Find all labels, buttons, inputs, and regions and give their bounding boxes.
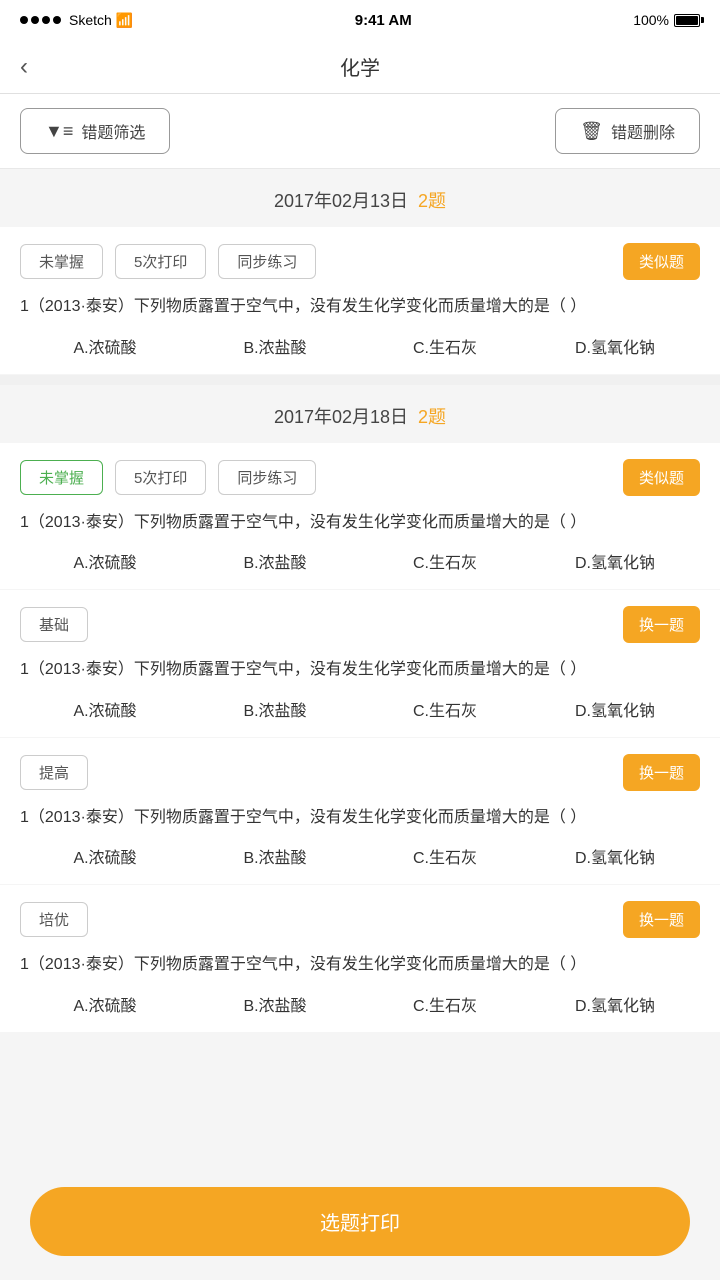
signal-icon — [20, 16, 61, 24]
options-row-1-0: A.浓硫酸B.浓盐酸C.生石灰D.氢氧化钠 — [20, 549, 700, 573]
delete-button[interactable]: 🗑 错题删除 — [555, 108, 700, 154]
question-card-1-3: 培优 换一题 1（2013·泰安）下列物质露置于空气中，没有发生化学变化而质量增大的… — [0, 885, 720, 1032]
option-1-1-0: A.浓硫酸 — [20, 697, 190, 721]
tag-btn-0-0-0[interactable]: 未掌握 — [20, 244, 103, 279]
bottom-bar: 选题打印 — [0, 1171, 720, 1280]
tag-row-1-3: 培优 换一题 — [20, 901, 700, 938]
status-bar: Sketch 📶 9:41 AM 100% — [0, 0, 720, 40]
question-text-1-3: 1（2013·泰安）下列物质露置于空气中，没有发生化学变化而质量增大的是（ ） — [20, 952, 700, 978]
question-text-1-1: 1（2013·泰安）下列物质露置于空气中，没有发生化学变化而质量增大的是（ ） — [20, 657, 700, 683]
status-left: Sketch 📶 — [20, 12, 133, 29]
option-1-0-2: C.生石灰 — [360, 549, 530, 573]
option-1-2-0: A.浓硫酸 — [20, 844, 190, 868]
delete-icon: 🗑 — [580, 121, 603, 142]
option-1-3-2: C.生石灰 — [360, 992, 530, 1016]
action-btn-1-2[interactable]: 换一题 — [623, 754, 700, 791]
status-right: 100% — [633, 12, 700, 28]
option-1-0-3: D.氢氧化钠 — [530, 549, 700, 573]
tag-btn-0-0-2[interactable]: 同步练习 — [218, 244, 316, 279]
option-1-0-0: A.浓硫酸 — [20, 549, 190, 573]
status-time: 9:41 AM — [355, 12, 412, 29]
options-row-1-3: A.浓硫酸B.浓盐酸C.生石灰D.氢氧化钠 — [20, 992, 700, 1016]
section-divider-0 — [0, 375, 720, 385]
option-1-2-2: C.生石灰 — [360, 844, 530, 868]
question-card-1-1: 基础 换一题 1（2013·泰安）下列物质露置于空气中，没有发生化学变化而质量增大的… — [0, 590, 720, 737]
wifi-icon: 📶 — [116, 12, 133, 29]
date-header-1: 2017年02月18日 2题 — [0, 385, 720, 443]
option-0-0-0: A.浓硫酸 — [20, 334, 190, 358]
option-1-0-1: B.浓盐酸 — [190, 549, 360, 573]
app-name: Sketch — [69, 12, 112, 28]
option-0-0-2: C.生石灰 — [360, 334, 530, 358]
option-1-2-1: B.浓盐酸 — [190, 844, 360, 868]
date-header-0: 2017年02月13日 2题 — [0, 169, 720, 227]
question-text-1-2: 1（2013·泰安）下列物质露置于空气中，没有发生化学变化而质量增大的是（ ） — [20, 805, 700, 831]
date-text-0: 2017年02月13日 — [274, 187, 408, 213]
date-count-0: 2题 — [418, 187, 446, 213]
filter-icon: ▼≡ — [45, 121, 73, 142]
option-0-0-3: D.氢氧化钠 — [530, 334, 700, 358]
tag-row-1-1: 基础 换一题 — [20, 606, 700, 643]
action-btn-1-3[interactable]: 换一题 — [623, 901, 700, 938]
tag-btn-1-0-0[interactable]: 未掌握 — [20, 460, 103, 495]
tag-btn-1-2-0[interactable]: 提高 — [20, 755, 88, 790]
date-count-1: 2题 — [418, 403, 446, 429]
delete-label: 错题删除 — [611, 119, 675, 143]
tag-row-1-0: 未掌握 5次打印同步练习 类似题 — [20, 459, 700, 496]
battery-percent: 100% — [633, 12, 669, 28]
option-1-3-0: A.浓硫酸 — [20, 992, 190, 1016]
action-btn-1-0[interactable]: 类似题 — [623, 459, 700, 496]
action-btn-1-1[interactable]: 换一题 — [623, 606, 700, 643]
filter-label: 错题筛选 — [81, 119, 145, 143]
question-text-1-0: 1（2013·泰安）下列物质露置于空气中，没有发生化学变化而质量增大的是（ ） — [20, 510, 700, 536]
tag-btn-1-3-0[interactable]: 培优 — [20, 902, 88, 937]
options-row-1-1: A.浓硫酸B.浓盐酸C.生石灰D.氢氧化钠 — [20, 697, 700, 721]
battery-icon — [674, 14, 700, 27]
tag-btn-1-0-1[interactable]: 5次打印 — [115, 460, 206, 495]
options-row-0-0: A.浓硫酸B.浓盐酸C.生石灰D.氢氧化钠 — [20, 334, 700, 358]
option-1-3-1: B.浓盐酸 — [190, 992, 360, 1016]
question-card-0-0: 未掌握 5次打印同步练习 类似题 1（2013·泰安）下列物质露置于空气中，没有发生化… — [0, 227, 720, 374]
tag-btn-0-0-1[interactable]: 5次打印 — [115, 244, 206, 279]
toolbar: ▼≡ 错题筛选 🗑 错题删除 — [0, 94, 720, 169]
tag-btn-1-0-2[interactable]: 同步练习 — [218, 460, 316, 495]
option-1-2-3: D.氢氧化钠 — [530, 844, 700, 868]
back-button[interactable]: ‹ — [20, 53, 28, 81]
question-card-1-0: 未掌握 5次打印同步练习 类似题 1（2013·泰安）下列物质露置于空气中，没有发生化… — [0, 443, 720, 590]
option-1-1-3: D.氢氧化钠 — [530, 697, 700, 721]
page-title: 化学 — [340, 52, 380, 81]
option-1-1-1: B.浓盐酸 — [190, 697, 360, 721]
action-btn-0-0[interactable]: 类似题 — [623, 243, 700, 280]
option-1-3-3: D.氢氧化钠 — [530, 992, 700, 1016]
tag-row-1-2: 提高 换一题 — [20, 754, 700, 791]
option-0-0-1: B.浓盐酸 — [190, 334, 360, 358]
nav-bar: ‹ 化学 — [0, 40, 720, 94]
tag-btn-1-1-0[interactable]: 基础 — [20, 607, 88, 642]
options-row-1-2: A.浓硫酸B.浓盐酸C.生石灰D.氢氧化钠 — [20, 844, 700, 868]
filter-button[interactable]: ▼≡ 错题筛选 — [20, 108, 170, 154]
date-text-1: 2017年02月18日 — [274, 403, 408, 429]
question-card-1-2: 提高 换一题 1（2013·泰安）下列物质露置于空气中，没有发生化学变化而质量增大的… — [0, 738, 720, 885]
content: 2017年02月13日 2题 未掌握5次打印同步练习类似题1（2013·泰安）下… — [0, 169, 720, 1133]
print-button[interactable]: 选题打印 — [30, 1187, 690, 1256]
question-text-0-0: 1（2013·泰安）下列物质露置于空气中，没有发生化学变化而质量增大的是（ ） — [20, 294, 700, 320]
option-1-1-2: C.生石灰 — [360, 697, 530, 721]
tag-row-0-0: 未掌握 5次打印同步练习 类似题 — [20, 243, 700, 280]
